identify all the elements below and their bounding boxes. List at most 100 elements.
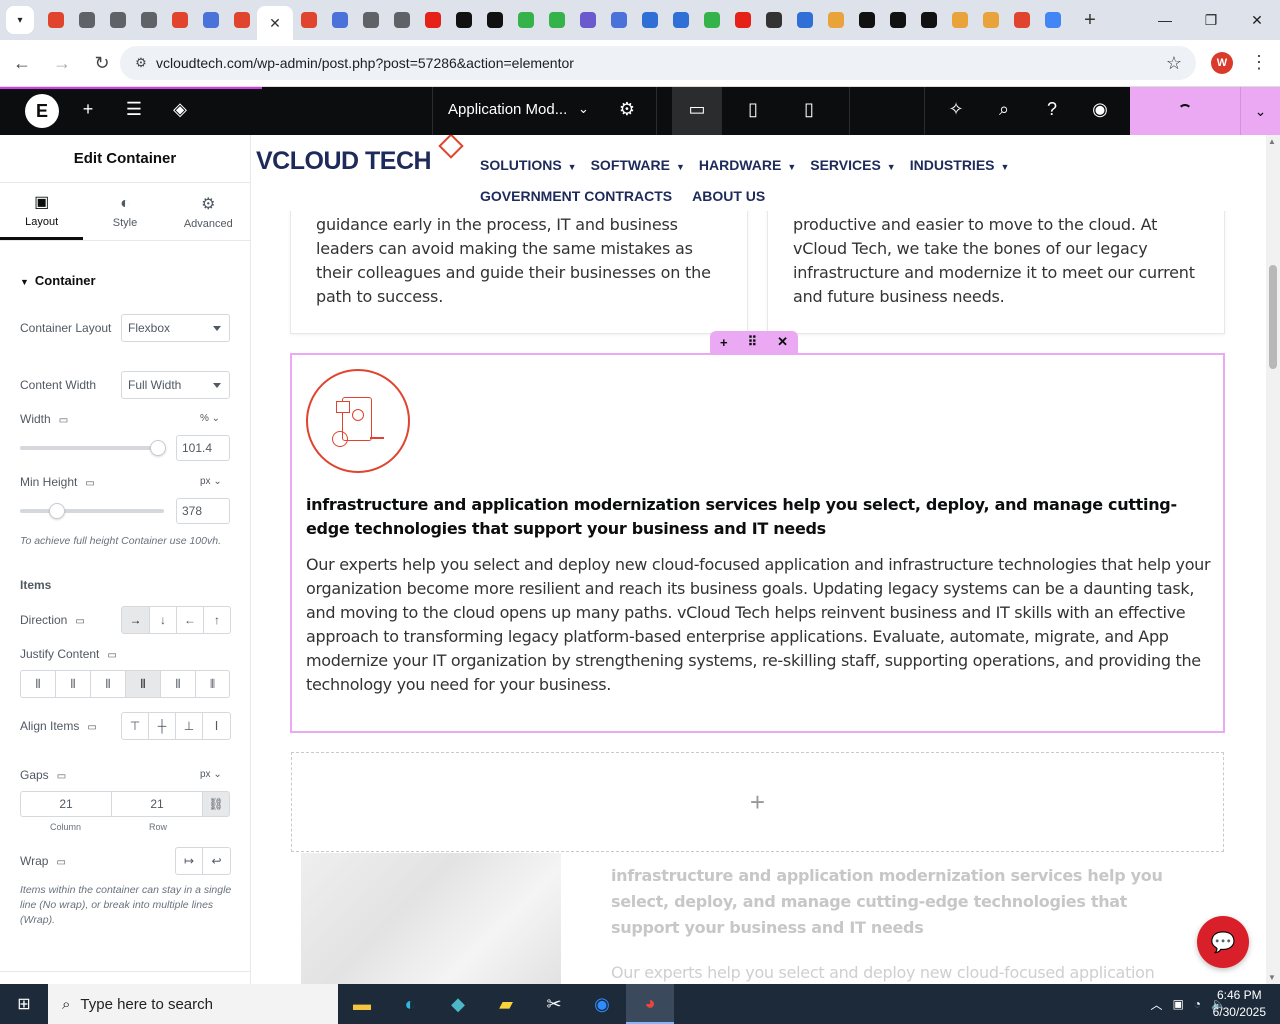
justify-space-between-icon[interactable]: ⫴ xyxy=(126,671,161,697)
finder-search-icon[interactable]: ⌕ xyxy=(992,99,1016,120)
add-container-icon[interactable]: + xyxy=(720,335,728,350)
drag-handle-icon[interactable]: ⠿ xyxy=(748,334,758,350)
align-start-icon[interactable]: ⊤ xyxy=(122,713,149,739)
close-icon[interactable]: ✕ xyxy=(269,15,281,32)
browser-tab[interactable] xyxy=(1006,5,1037,35)
app-diamond-icon[interactable]: ◆ xyxy=(434,984,482,1024)
justify-center-icon[interactable]: ⫴ xyxy=(56,671,91,697)
menu-item-government-contracts[interactable]: GOVERNMENT CONTRACTS xyxy=(480,188,672,204)
container-handle[interactable]: + ⠿ ✕ xyxy=(710,331,798,353)
browser-tab[interactable] xyxy=(820,5,851,35)
faded-section-heading[interactable]: infrastructure and application moderniza… xyxy=(611,863,1171,941)
tab-layout[interactable]: ▣ Layout xyxy=(0,183,84,240)
desktop-responsive-icon[interactable]: ▭ xyxy=(85,478,94,489)
site-logo[interactable]: VCLOUD TECH xyxy=(256,147,432,176)
link-values-icon[interactable]: ⛓ xyxy=(202,791,230,817)
direction-row-icon[interactable]: → xyxy=(122,607,150,633)
direction-column-reverse-icon[interactable]: ↑ xyxy=(204,607,230,633)
wrap-icon[interactable]: ↩ xyxy=(203,848,230,874)
restore-icon[interactable]: ❐ xyxy=(1188,0,1234,40)
content-width-select[interactable]: Full Width xyxy=(121,371,230,399)
faded-section-body[interactable]: Our experts help you select and deploy n… xyxy=(611,961,1171,984)
back-button[interactable]: ← xyxy=(4,45,40,81)
align-stretch-icon[interactable]: Ⅰ xyxy=(203,713,230,739)
section-container-toggle[interactable]: ▼ Container xyxy=(20,273,96,288)
sticky-notes-icon[interactable]: ▰ xyxy=(482,984,530,1024)
section-body-text[interactable]: Our experts help you select and deploy n… xyxy=(306,553,1216,697)
min-height-slider-handle[interactable] xyxy=(49,503,66,519)
elementor-logo-icon[interactable]: E xyxy=(25,94,59,128)
desktop-responsive-icon[interactable]: ▭ xyxy=(87,722,96,733)
tab-advanced[interactable]: ⚙ Advanced xyxy=(167,183,250,240)
preview-eye-icon[interactable]: ◉ xyxy=(1088,99,1112,120)
browser-tab[interactable] xyxy=(975,5,1006,35)
min-height-slider[interactable] xyxy=(20,503,164,519)
minimize-icon[interactable]: — xyxy=(1142,0,1188,40)
new-tab-button[interactable]: + xyxy=(1076,6,1104,34)
mobile-device-icon[interactable]: ▯ xyxy=(797,99,821,120)
align-center-icon[interactable]: ┼ xyxy=(149,713,176,739)
bookmark-star-icon[interactable]: ☆ xyxy=(1166,53,1182,74)
desktop-device-icon[interactable]: ▭ xyxy=(685,99,709,120)
browser-tab[interactable] xyxy=(665,5,696,35)
browser-tab[interactable] xyxy=(789,5,820,35)
browser-tab[interactable] xyxy=(195,5,226,35)
browser-tab[interactable] xyxy=(603,5,634,35)
browser-tab[interactable] xyxy=(1037,5,1068,35)
scroll-thumb[interactable] xyxy=(1269,265,1277,369)
browser-tab[interactable] xyxy=(164,5,195,35)
browser-tab[interactable] xyxy=(758,5,789,35)
menu-item-hardware[interactable]: HARDWARE ▼ xyxy=(699,157,796,173)
publish-options-chevron-icon[interactable]: ⌄ xyxy=(1240,87,1280,135)
canvas-scrollbar[interactable]: ▲ ▼ xyxy=(1266,135,1280,984)
browser-tab[interactable] xyxy=(541,5,572,35)
browser-tab[interactable] xyxy=(417,5,448,35)
system-clock[interactable]: 6:46 PM 6/30/2025 xyxy=(1213,987,1266,1021)
browser-tab[interactable] xyxy=(133,5,164,35)
delete-container-icon[interactable]: ✕ xyxy=(777,334,788,350)
browser-tab[interactable] xyxy=(913,5,944,35)
show-hidden-icons-chevron-icon[interactable]: ︿ xyxy=(1150,996,1162,1013)
browser-tab[interactable] xyxy=(944,5,975,35)
browser-tab[interactable]: ✕ xyxy=(257,6,293,40)
menu-item-industries[interactable]: INDUSTRIES ▼ xyxy=(910,157,1010,173)
wifi-icon[interactable]: ◔ xyxy=(1194,997,1201,1011)
desktop-responsive-icon[interactable]: ▭ xyxy=(57,771,66,782)
browser-tab[interactable] xyxy=(696,5,727,35)
site-settings-icon[interactable]: ☰ xyxy=(122,99,146,120)
tab-style[interactable]: ◐ Style xyxy=(83,183,166,240)
browser-tab[interactable] xyxy=(572,5,603,35)
help-icon[interactable]: ? xyxy=(1040,99,1064,120)
forward-button[interactable]: → xyxy=(44,45,80,81)
direction-row-reverse-icon[interactable]: ← xyxy=(177,607,204,633)
width-input[interactable]: 101.4 xyxy=(176,435,230,461)
browser-tab[interactable] xyxy=(727,5,758,35)
browser-tab[interactable] xyxy=(40,5,71,35)
notifications-megaphone-icon[interactable]: ✧ xyxy=(944,99,968,120)
browser-tab[interactable] xyxy=(226,5,257,35)
min-height-unit-select[interactable]: px ⌄ xyxy=(200,476,222,487)
desktop-responsive-icon[interactable]: ▭ xyxy=(75,616,84,627)
align-end-icon[interactable]: ⊥ xyxy=(176,713,203,739)
container-layout-select[interactable]: Flexbox xyxy=(121,314,230,342)
chevron-down-icon[interactable]: ⌄ xyxy=(578,101,589,117)
chat-widget-icon[interactable]: 💬 xyxy=(1197,916,1249,968)
zoom-app-icon[interactable]: ◉ xyxy=(578,984,626,1024)
min-height-input[interactable]: 378 xyxy=(176,498,230,524)
profile-avatar[interactable]: W xyxy=(1211,52,1233,74)
justify-space-around-icon[interactable]: ⫴ xyxy=(161,671,196,697)
menu-item-services[interactable]: SERVICES ▼ xyxy=(810,157,895,173)
chrome-browser-icon[interactable]: ◕ xyxy=(626,984,674,1024)
desktop-responsive-icon[interactable]: ▭ xyxy=(59,415,68,426)
width-slider-handle[interactable] xyxy=(150,440,167,456)
publish-button[interactable] xyxy=(1130,87,1240,135)
menu-item-solutions[interactable]: SOLUTIONS ▼ xyxy=(480,157,577,173)
justify-start-icon[interactable]: ⫴ xyxy=(21,671,56,697)
scroll-down-icon[interactable]: ▼ xyxy=(1268,973,1276,982)
browser-tab[interactable] xyxy=(634,5,665,35)
add-element-area[interactable]: + xyxy=(291,752,1224,852)
edge-browser-icon[interactable]: ◐ xyxy=(386,984,434,1024)
browser-tab[interactable] xyxy=(324,5,355,35)
reload-button[interactable]: ↻ xyxy=(84,45,120,81)
selected-container[interactable]: infrastructure and application moderniza… xyxy=(290,353,1225,733)
